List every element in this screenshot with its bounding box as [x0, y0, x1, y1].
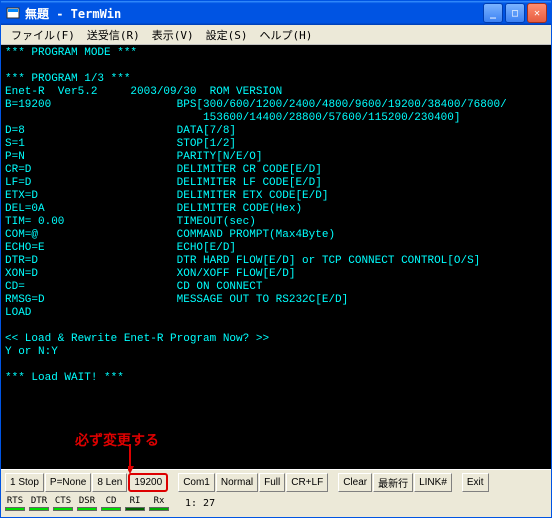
- menubar: ファイル(F) 送受信(R) 表示(V) 設定(S) ヘルプ(H): [1, 25, 551, 45]
- data-length-button[interactable]: 8 Len: [92, 473, 127, 492]
- cd-indicator: CD: [101, 496, 121, 511]
- stop-bits-button[interactable]: 1 Stop: [5, 473, 44, 492]
- cts-indicator: CTS: [53, 496, 73, 511]
- link-button[interactable]: LINK#: [414, 473, 452, 492]
- window-title: 無題 - TermWin: [25, 5, 483, 22]
- parity-button[interactable]: P=None: [45, 473, 91, 492]
- com-port-button[interactable]: Com1: [178, 473, 215, 492]
- clear-button[interactable]: Clear: [338, 473, 372, 492]
- titlebar: 無題 - TermWin _ □ ✕: [1, 1, 551, 25]
- duplex-button[interactable]: Full: [259, 473, 285, 492]
- app-icon: [5, 5, 21, 21]
- ri-indicator: RI: [125, 496, 145, 511]
- mode-button[interactable]: Normal: [216, 473, 258, 492]
- rts-indicator: RTS: [5, 496, 25, 511]
- cursor-position: 1: 27: [185, 498, 215, 509]
- menu-settings[interactable]: 設定(S): [200, 25, 254, 45]
- minimize-button[interactable]: _: [483, 3, 503, 23]
- rx-indicator: Rx: [149, 496, 169, 511]
- statusbar: 1 Stop P=None 8 Len 19200 Com1 Normal Fu…: [1, 469, 551, 517]
- dsr-indicator: DSR: [77, 496, 97, 511]
- baud-rate-button[interactable]: 19200: [128, 473, 168, 492]
- dtr-indicator: DTR: [29, 496, 49, 511]
- menu-help[interactable]: ヘルプ(H): [254, 25, 319, 45]
- maximize-button[interactable]: □: [505, 3, 525, 23]
- menu-file[interactable]: ファイル(F): [5, 25, 81, 45]
- latest-line-button[interactable]: 最新行: [373, 473, 413, 492]
- terminal-output: *** PROGRAM MODE *** *** PROGRAM 1/3 ***…: [1, 45, 551, 469]
- close-button[interactable]: ✕: [527, 3, 547, 23]
- menu-display[interactable]: 表示(V): [146, 25, 200, 45]
- exit-button[interactable]: Exit: [462, 473, 489, 492]
- menu-sendrecv[interactable]: 送受信(R): [81, 25, 146, 45]
- lineend-button[interactable]: CR+LF: [286, 473, 328, 492]
